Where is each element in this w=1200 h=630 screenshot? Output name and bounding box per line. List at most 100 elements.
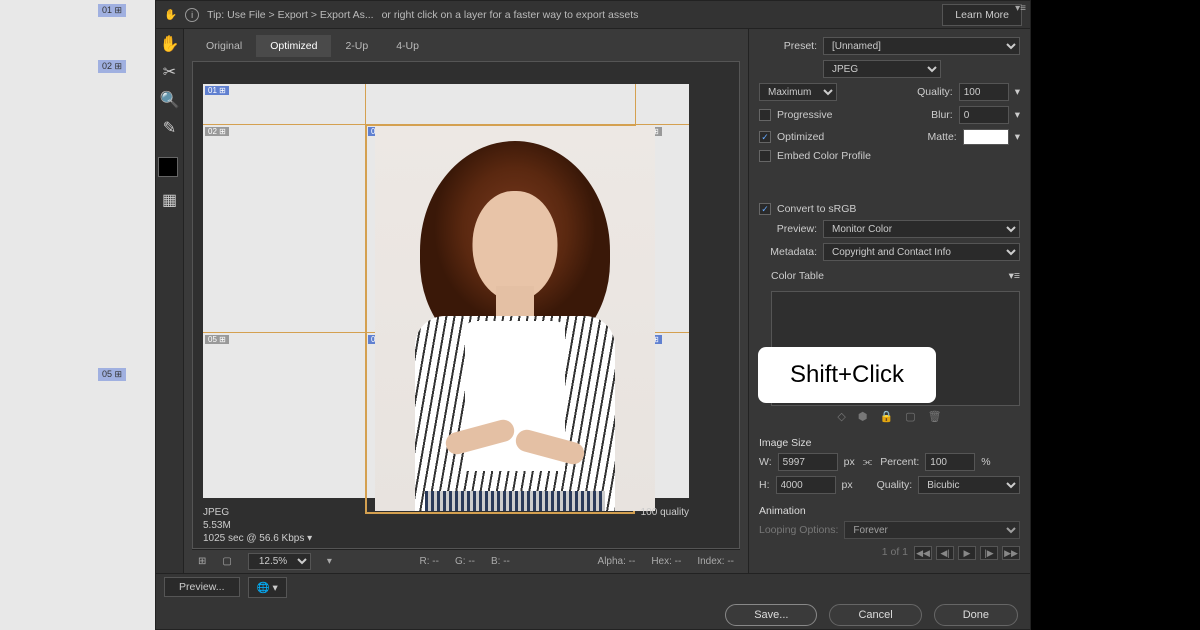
height-label: H: bbox=[759, 479, 770, 491]
chevron-down-icon[interactable]: ▾ bbox=[1015, 109, 1020, 121]
matte-swatch[interactable] bbox=[963, 129, 1009, 145]
grid-toggle-icon[interactable]: ⊞ bbox=[198, 556, 206, 567]
preview-info: JPEG 100 quality 5.53M 1025 sec @ 56.6 Kb… bbox=[203, 507, 689, 544]
srgb-checkbox[interactable] bbox=[759, 203, 771, 215]
looping-label: Looping Options: bbox=[759, 524, 838, 536]
tip-text-suffix: or right click on a layer for a faster w… bbox=[382, 9, 639, 21]
width-label: W: bbox=[759, 456, 772, 468]
learn-more-button[interactable]: Learn More bbox=[942, 4, 1022, 26]
px-label: px bbox=[842, 479, 853, 491]
frame-counter: 1 of 1 bbox=[882, 546, 908, 558]
ct-lock-icon[interactable]: 🔒 bbox=[880, 410, 894, 423]
link-icon[interactable]: ⫘ bbox=[863, 456, 872, 469]
preview-button[interactable]: Preview... bbox=[164, 577, 240, 597]
ct-icon[interactable]: ◇ bbox=[837, 410, 845, 423]
hand-tool-icon[interactable]: ✋ bbox=[159, 33, 181, 55]
preview-label: Preview: bbox=[759, 223, 817, 235]
tip-bar: ✋ i Tip: Use File > Export > Export As..… bbox=[156, 1, 1030, 29]
srgb-label: Convert to sRGB bbox=[777, 203, 856, 215]
progressive-label: Progressive bbox=[777, 109, 832, 121]
quality-label: Quality: bbox=[917, 86, 953, 98]
browser-preview-button[interactable]: 🌐 ▾ bbox=[248, 577, 287, 598]
optimized-checkbox[interactable] bbox=[759, 131, 771, 143]
px-label: px bbox=[844, 456, 855, 468]
zoom-chevron-icon[interactable]: ▾ bbox=[327, 556, 332, 567]
quality-input[interactable] bbox=[959, 83, 1009, 101]
prev-frame-button: ◀| bbox=[936, 546, 954, 560]
preview-area[interactable]: 01 ⊞ 02 ⊞ 03 ⊞ 04 ⊞ 05 ⊞ 06 ⊞ 07 ⊞ bbox=[192, 61, 740, 549]
readout-index: Index: -- bbox=[697, 556, 734, 567]
instruction-overlay: Shift+Click bbox=[758, 347, 936, 403]
toggle-slices-icon[interactable]: ▦ bbox=[159, 189, 181, 211]
slice-badge[interactable]: 05 ⊞ bbox=[205, 335, 229, 344]
image-preview bbox=[375, 126, 655, 511]
embed-profile-label: Embed Color Profile bbox=[777, 150, 871, 162]
preset-label: Preset: bbox=[759, 40, 817, 52]
slice-badge: 02 ⊞ bbox=[98, 60, 126, 73]
tool-column: ✋ ✂ 🔍 ✎ ▦ bbox=[156, 29, 184, 573]
done-button[interactable]: Done bbox=[934, 604, 1018, 626]
play-button: ▶ bbox=[958, 546, 976, 560]
ct-icon[interactable]: ▢ bbox=[905, 410, 915, 423]
format-select[interactable]: JPEG bbox=[823, 60, 941, 78]
readout-b: B: -- bbox=[491, 556, 510, 567]
width-input[interactable] bbox=[778, 453, 838, 471]
metadata-label: Metadata: bbox=[759, 246, 817, 258]
readout-hex: Hex: -- bbox=[651, 556, 681, 567]
ct-icon[interactable]: ⬢ bbox=[858, 410, 868, 423]
looping-select: Forever bbox=[844, 521, 1020, 539]
percent-label: Percent: bbox=[880, 456, 919, 468]
cancel-button[interactable]: Cancel bbox=[829, 604, 921, 626]
ct-trash-icon[interactable]: 🗑 bbox=[928, 410, 942, 423]
tab-original[interactable]: Original bbox=[192, 35, 256, 57]
zoom-tool-icon[interactable]: 🔍 bbox=[159, 89, 181, 111]
dialog-footer: Preview... 🌐 ▾ Save... Cancel Done bbox=[156, 573, 1030, 629]
image-size-header: Image Size bbox=[759, 437, 1020, 449]
chevron-down-icon[interactable]: ▾ bbox=[1015, 86, 1020, 98]
tab-optimized[interactable]: Optimized bbox=[256, 35, 331, 57]
tip-text-prefix: Tip: Use File > Export > Export As... bbox=[207, 9, 374, 21]
readout-g: G: -- bbox=[455, 556, 475, 567]
foreground-swatch[interactable] bbox=[158, 157, 178, 177]
preview-canvas[interactable]: 01 ⊞ 02 ⊞ 03 ⊞ 04 ⊞ 05 ⊞ 06 ⊞ 07 ⊞ bbox=[203, 84, 689, 498]
compression-select[interactable]: Maximum bbox=[759, 83, 837, 101]
filesize-label: 5.53M bbox=[203, 520, 689, 531]
background-document: 01 ⊞ 02 ⊞ 05 ⊞ bbox=[0, 0, 155, 630]
slice-select-tool-icon[interactable]: ✂ bbox=[159, 61, 181, 83]
last-frame-button: ▶▶ bbox=[1002, 546, 1020, 560]
flyout-menu-icon[interactable]: ▾≡ bbox=[1009, 270, 1020, 282]
preset-select[interactable]: [Unnamed] bbox=[823, 37, 1020, 55]
preview-select[interactable]: Monitor Color bbox=[823, 220, 1020, 238]
quality-label: 100 quality bbox=[641, 507, 689, 518]
view-tabs: Original Optimized 2-Up 4-Up bbox=[192, 35, 740, 57]
percent-input[interactable] bbox=[925, 453, 975, 471]
download-time-label[interactable]: 1025 sec @ 56.6 Kbps ▾ bbox=[203, 533, 689, 544]
resample-select[interactable]: Bicubic bbox=[918, 476, 1020, 494]
slice-badge[interactable]: 02 ⊞ bbox=[205, 127, 229, 136]
animation-header: Animation bbox=[759, 505, 1020, 517]
status-bar: ⊞ ▢ 12.5% ▾ R: -- G: -- B: -- Alpha: -- … bbox=[192, 549, 740, 573]
slice-badge[interactable]: 01 ⊞ bbox=[205, 86, 229, 95]
zoom-select[interactable]: 12.5% bbox=[248, 553, 311, 570]
readout-r: R: -- bbox=[420, 556, 439, 567]
blur-input[interactable] bbox=[959, 106, 1009, 124]
tab-4up[interactable]: 4-Up bbox=[382, 35, 433, 57]
save-button[interactable]: Save... bbox=[725, 604, 817, 626]
pct-label: % bbox=[981, 456, 990, 468]
chevron-down-icon[interactable]: ▾ bbox=[1015, 131, 1020, 143]
progressive-checkbox[interactable] bbox=[759, 109, 771, 121]
tab-2up[interactable]: 2-Up bbox=[331, 35, 382, 57]
embed-profile-checkbox[interactable] bbox=[759, 150, 771, 162]
hand-tool-icon[interactable]: ✋ bbox=[164, 8, 177, 21]
height-input[interactable] bbox=[776, 476, 836, 494]
grid-toggle-icon[interactable]: ▢ bbox=[222, 556, 231, 567]
eyedropper-tool-icon[interactable]: ✎ bbox=[159, 117, 181, 139]
slice-badge: 01 ⊞ bbox=[98, 4, 126, 17]
color-table-label: Color Table bbox=[771, 270, 824, 282]
format-label: JPEG bbox=[203, 507, 229, 518]
matte-label: Matte: bbox=[928, 131, 957, 143]
resample-quality-label: Quality: bbox=[877, 479, 913, 491]
blur-label: Blur: bbox=[931, 109, 953, 121]
optimized-label: Optimized bbox=[777, 131, 824, 143]
metadata-select[interactable]: Copyright and Contact Info bbox=[823, 243, 1020, 261]
